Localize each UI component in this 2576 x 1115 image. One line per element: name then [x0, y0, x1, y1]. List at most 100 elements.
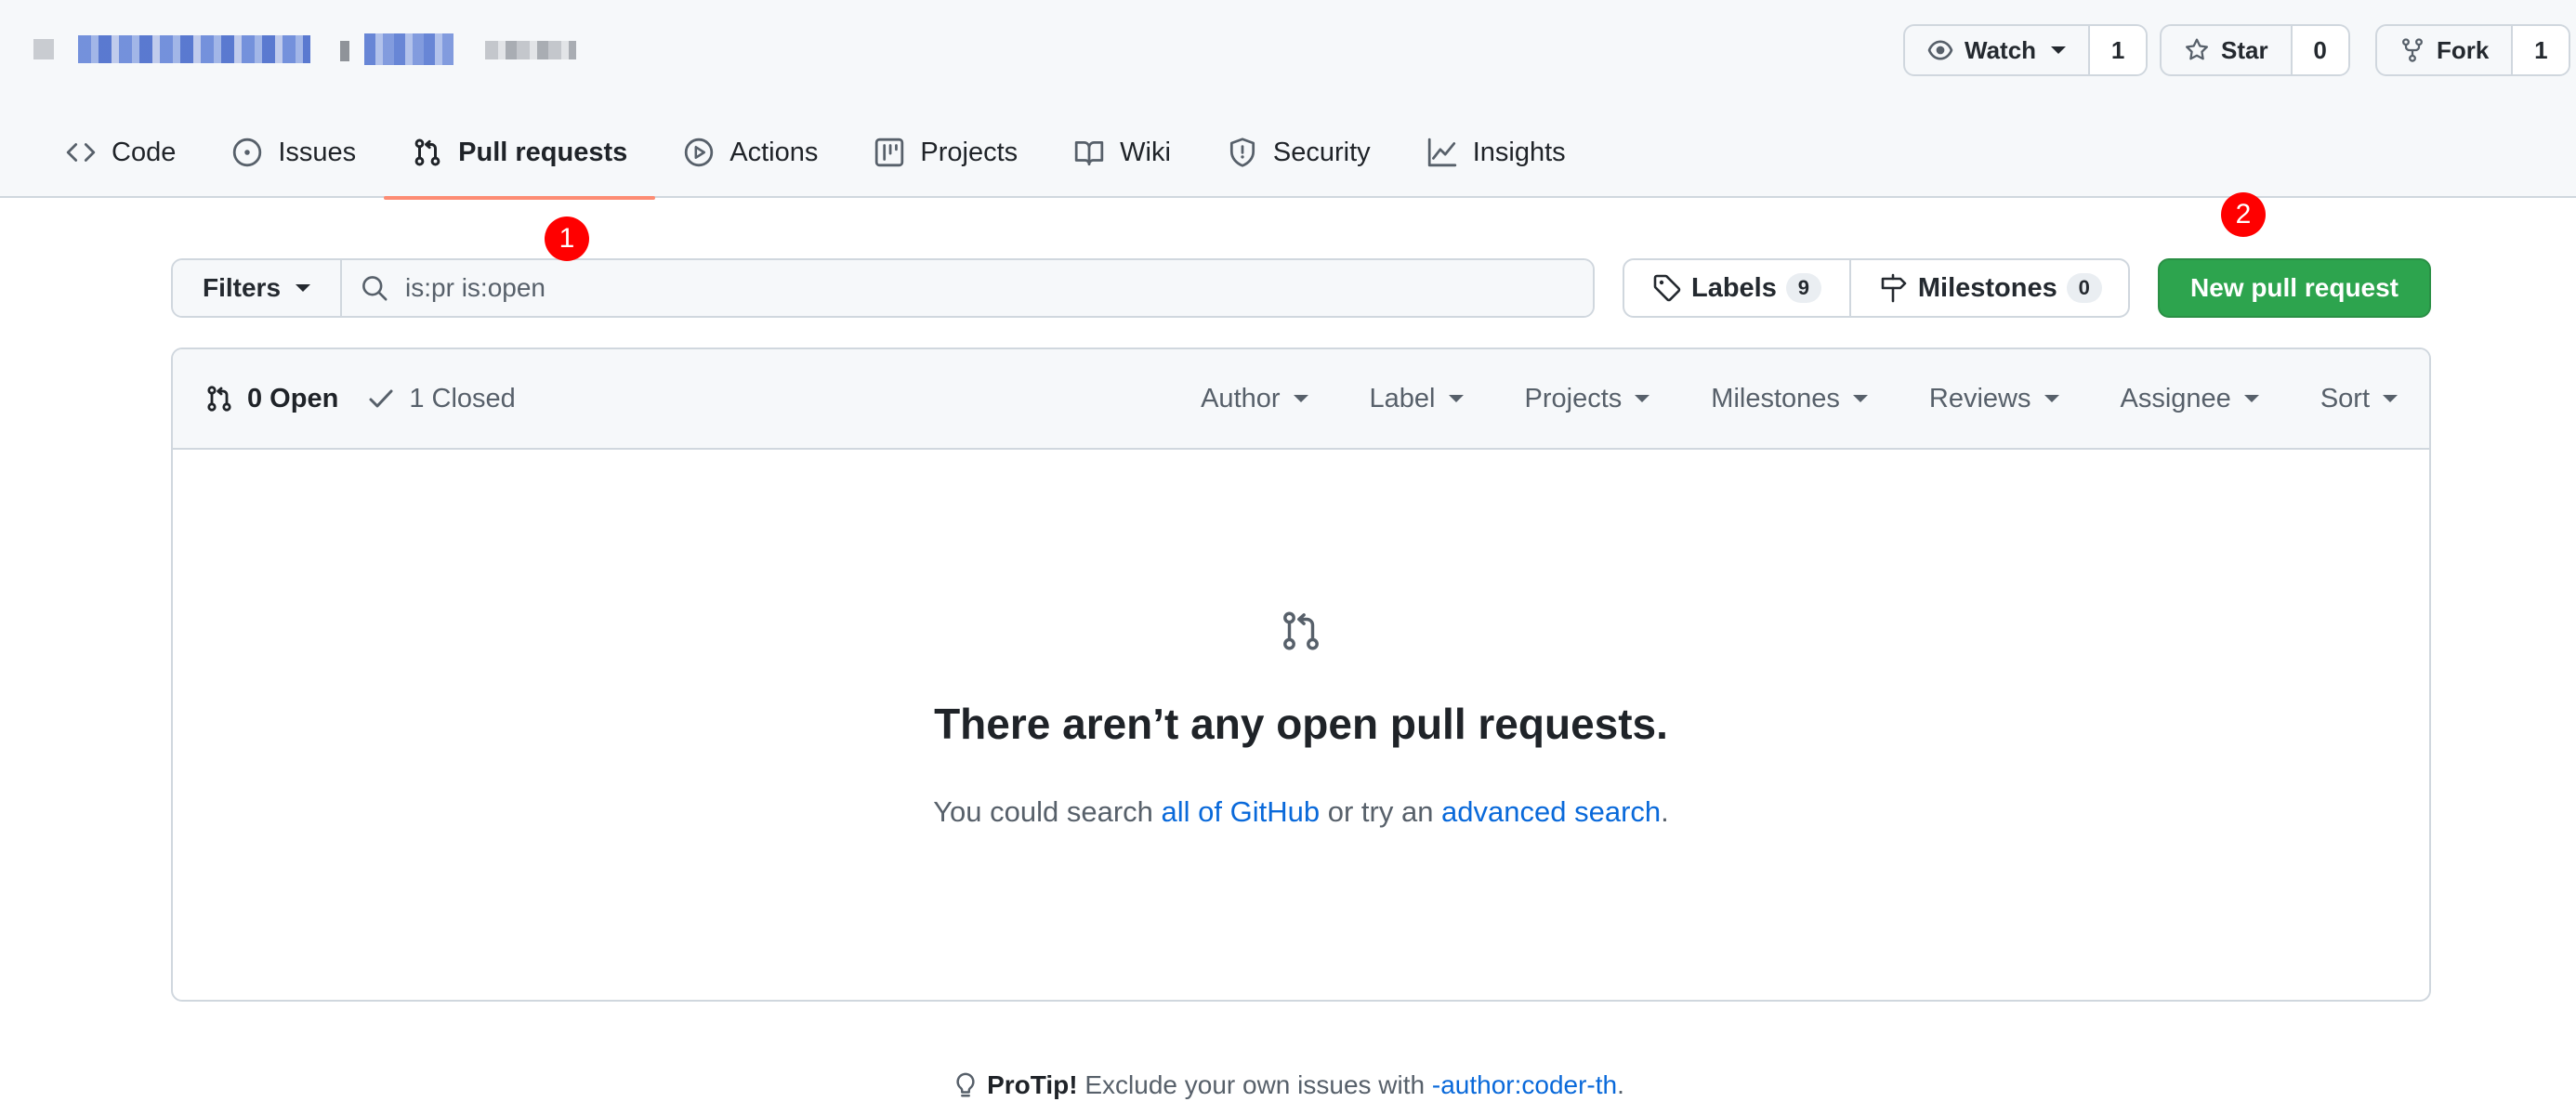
- tab-wiki[interactable]: Wiki: [1045, 121, 1199, 184]
- fork-label: Fork: [2437, 35, 2490, 64]
- protip: ProTip! Exclude your own issues with -au…: [0, 1070, 2576, 1100]
- tag-icon: [1653, 274, 1681, 302]
- author-filter[interactable]: Author: [1201, 384, 1308, 414]
- label-filter[interactable]: Label: [1370, 384, 1464, 414]
- filter-label: Author: [1201, 383, 1281, 413]
- tab-label: Projects: [920, 137, 1019, 167]
- fork-count[interactable]: 1: [2513, 26, 2569, 74]
- open-count-label: 0 Open: [247, 383, 339, 413]
- desc-mid: or try an: [1320, 795, 1442, 828]
- desc-suffix: .: [1661, 795, 1669, 828]
- chevron-down-icon: [2044, 395, 2059, 402]
- filters-label: Filters: [203, 273, 282, 302]
- milestones-count: 0: [2066, 273, 2102, 303]
- desc-prefix: You could search: [933, 795, 1162, 828]
- graph-icon: [1427, 138, 1456, 167]
- advanced-search-link[interactable]: advanced search: [1441, 795, 1661, 828]
- protip-body: Exclude your own issues with: [1077, 1070, 1432, 1099]
- blank-slate-title: There aren’t any open pull requests.: [934, 700, 1668, 748]
- star-count[interactable]: 0: [2292, 26, 2348, 74]
- chevron-down-icon: [296, 284, 311, 292]
- tab-code[interactable]: Code: [37, 121, 204, 184]
- labels-count: 9: [1785, 273, 1821, 303]
- search-input[interactable]: [405, 273, 1574, 303]
- star-button[interactable]: Star: [2162, 26, 2293, 74]
- tab-label: Code: [112, 137, 177, 167]
- closed-filter-link[interactable]: 1 Closed: [366, 383, 516, 414]
- git-pull-request-icon: [414, 138, 440, 166]
- annotation-badge-2: 2: [2221, 192, 2266, 237]
- all-of-github-link[interactable]: all of GitHub: [1162, 795, 1321, 828]
- labels-milestones-group: Labels 9 Milestones 0: [1623, 258, 2130, 318]
- filter-label: Projects: [1524, 383, 1623, 413]
- filter-label: Reviews: [1928, 383, 2031, 413]
- tab-label: Insights: [1472, 137, 1566, 167]
- tab-label: Issues: [278, 137, 357, 167]
- filter-bar: Filters: [171, 258, 1595, 318]
- tab-label: Wiki: [1120, 137, 1171, 167]
- author-filter-link[interactable]: -author:coder-th: [1432, 1070, 1617, 1099]
- chevron-down-icon: [1293, 395, 1308, 402]
- play-icon: [685, 138, 714, 167]
- fork-button[interactable]: Fork: [2377, 26, 2514, 74]
- tab-pull-requests[interactable]: Pull requests: [384, 121, 656, 200]
- check-icon: [369, 389, 393, 408]
- tab-actions[interactable]: Actions: [655, 121, 846, 184]
- chevron-down-icon: [1635, 395, 1650, 402]
- milestones-filter[interactable]: Milestones: [1711, 384, 1868, 414]
- labels-button[interactable]: Labels 9: [1624, 260, 1849, 316]
- repo-header: Watch 1 Star 0 Fork 1 Code Issues Pull r…: [0, 0, 2576, 200]
- eye-icon: [1927, 40, 1953, 60]
- watch-button-group: Watch 1: [1903, 24, 2149, 76]
- table-icon: [875, 138, 904, 167]
- chevron-down-icon: [1852, 395, 1868, 402]
- git-pull-request-icon: [207, 386, 231, 412]
- blank-slate: There aren’t any open pull requests. You…: [173, 450, 2429, 1000]
- light-bulb-icon: [956, 1072, 975, 1097]
- open-filter-link[interactable]: 0 Open: [204, 384, 338, 414]
- chevron-down-icon: [1448, 395, 1464, 402]
- chevron-down-icon: [2383, 395, 2398, 402]
- tab-label: Actions: [729, 137, 819, 167]
- tab-issues[interactable]: Issues: [204, 121, 384, 184]
- tab-security[interactable]: Security: [1199, 121, 1399, 184]
- annotation-badge-1: 1: [545, 216, 589, 261]
- sort-filter[interactable]: Sort: [2320, 384, 2398, 414]
- tab-insights[interactable]: Insights: [1399, 121, 1594, 184]
- chevron-down-icon: [2051, 46, 2067, 54]
- watch-count[interactable]: 1: [2090, 26, 2147, 74]
- filter-label: Assignee: [2120, 383, 2231, 413]
- star-icon: [2186, 38, 2208, 60]
- repo-forked-icon: [2402, 38, 2423, 62]
- tab-label: Security: [1272, 137, 1371, 167]
- pull-request-list: 0 Open 1 Closed Author Label Projects Mi…: [171, 348, 2431, 1002]
- chevron-down-icon: [2243, 395, 2259, 402]
- closed-count-label: 1 Closed: [409, 383, 516, 413]
- repo-name-blurred[interactable]: [33, 26, 576, 67]
- filter-label: Label: [1369, 383, 1436, 413]
- book-icon: [1074, 140, 1104, 166]
- filter-label: Milestones: [1711, 383, 1840, 413]
- list-header: 0 Open 1 Closed Author Label Projects Mi…: [173, 349, 2429, 450]
- filters-button[interactable]: Filters: [173, 260, 343, 316]
- star-button-group: Star 0: [2160, 24, 2350, 76]
- blank-slate-description: You could search all of GitHub or try an…: [173, 795, 2429, 829]
- issue-opened-icon: [233, 138, 262, 167]
- projects-filter[interactable]: Projects: [1525, 384, 1650, 414]
- tab-projects[interactable]: Projects: [846, 121, 1045, 184]
- repo-nav: Code Issues Pull requests Actions Projec…: [37, 121, 1594, 200]
- assignee-filter[interactable]: Assignee: [2121, 384, 2259, 414]
- milestones-button[interactable]: Milestones 0: [1848, 260, 2128, 316]
- fork-button-group: Fork 1: [2375, 24, 2571, 76]
- new-pull-request-button[interactable]: New pull request: [2158, 258, 2431, 318]
- search-icon: [362, 276, 388, 301]
- shield-icon: [1229, 138, 1255, 167]
- git-pull-request-icon: [1283, 611, 1319, 650]
- milestones-label: Milestones: [1917, 272, 2057, 303]
- reviews-filter[interactable]: Reviews: [1929, 384, 2059, 414]
- watch-button[interactable]: Watch: [1905, 26, 2091, 74]
- milestone-icon: [1881, 273, 1907, 303]
- watch-label: Watch: [1965, 35, 2037, 64]
- code-icon: [66, 143, 96, 162]
- star-label: Star: [2221, 35, 2268, 64]
